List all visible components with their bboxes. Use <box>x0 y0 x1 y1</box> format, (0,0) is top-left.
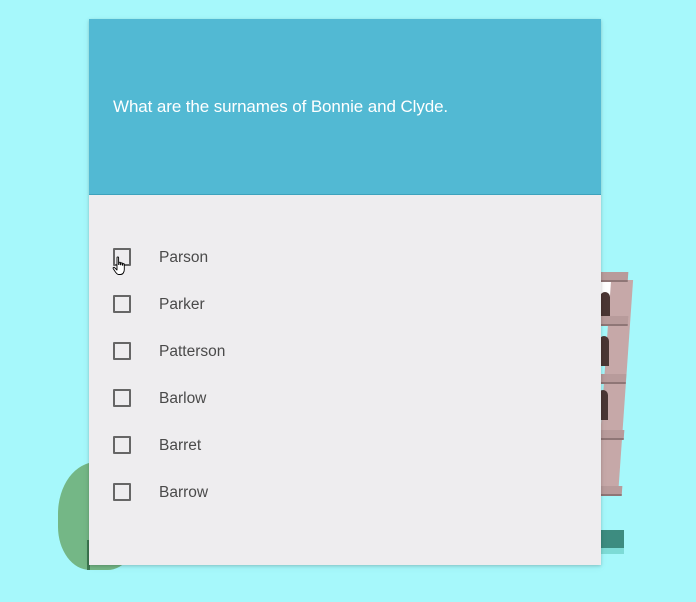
answer-option[interactable]: Barret <box>89 420 601 467</box>
answer-option[interactable]: Barrow <box>89 467 601 514</box>
answer-option-label: Parson <box>159 249 209 266</box>
answer-option[interactable]: Patterson <box>89 326 601 373</box>
question-header: What are the surnames of Bonnie and Clyd… <box>89 19 601 195</box>
checkbox-unchecked-icon[interactable] <box>113 483 131 501</box>
checkbox-unchecked-icon[interactable] <box>113 342 131 360</box>
answer-option-label: Barrow <box>159 484 209 501</box>
checkbox-unchecked-icon[interactable] <box>113 389 131 407</box>
answer-option[interactable]: Parker <box>89 279 601 326</box>
checkbox-unchecked-icon[interactable] <box>113 295 131 313</box>
answer-option[interactable]: Parson <box>89 232 601 279</box>
background-tower-illustration <box>587 272 634 500</box>
answer-option-label: Parker <box>159 296 205 313</box>
answer-option-label: Barlow <box>159 390 207 407</box>
answer-options-list: Parson Parker Patterson Barlow Barret Ba… <box>89 232 601 514</box>
checkbox-unchecked-icon[interactable] <box>113 436 131 454</box>
question-text: What are the surnames of Bonnie and Clyd… <box>113 97 449 116</box>
answer-option-label: Patterson <box>159 343 226 360</box>
hand-pointer-icon <box>112 256 125 275</box>
quiz-card: What are the surnames of Bonnie and Clyd… <box>89 19 601 565</box>
answer-option[interactable]: Barlow <box>89 373 601 420</box>
answer-option-label: Barret <box>159 437 202 454</box>
